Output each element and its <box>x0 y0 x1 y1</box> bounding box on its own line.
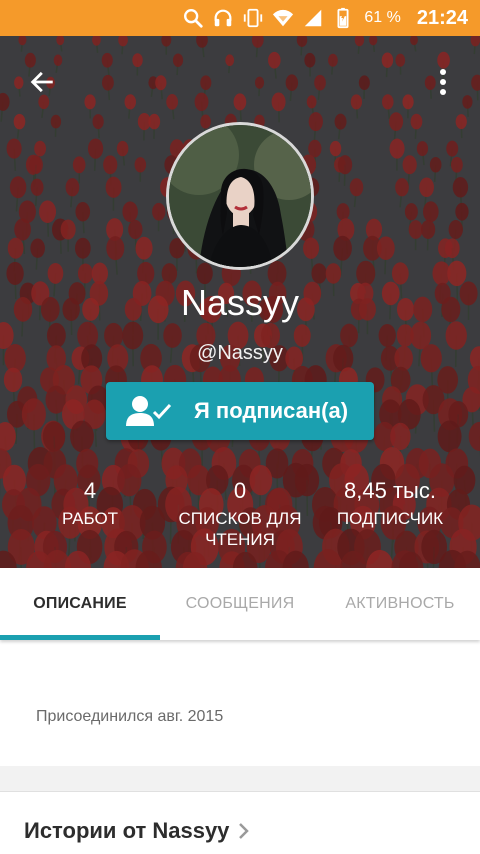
stories-title: Истории от Nassyy <box>24 818 230 843</box>
battery-percent: 61 % <box>364 9 401 26</box>
stat-works-label: РАБОТ <box>61 509 119 528</box>
back-button[interactable] <box>22 62 62 102</box>
wifi-icon <box>272 7 294 29</box>
profile-header: Nassyy @Nassyy Я подписан(а) 4 РАБОТ 0 С… <box>0 36 480 568</box>
back-arrow-icon <box>30 71 53 93</box>
stat-reading-lists-value: 0 <box>233 478 247 503</box>
section-divider <box>0 766 480 792</box>
headphones-icon <box>212 7 234 29</box>
tab-activity[interactable]: АКТИВНОСТЬ <box>320 568 480 640</box>
signal-icon <box>302 7 324 29</box>
stat-reading-lists-label: СПИСКОВ ДЛЯ ЧТЕНИЯ <box>178 509 302 549</box>
stat-followers-value: 8,45 тыс. <box>344 478 436 503</box>
stat-followers[interactable]: 8,45 тыс. ПОДПИСЧИК <box>322 478 458 529</box>
person-check-icon <box>124 393 172 429</box>
joined-date: Присоединился авг. 2015 <box>36 708 224 725</box>
vibrate-icon <box>242 7 264 29</box>
tab-messages[interactable]: СООБЩЕНИЯ <box>160 568 320 640</box>
display-name: Nassyy <box>180 282 300 323</box>
stories-section-header[interactable]: Истории от Nassyy <box>24 818 251 844</box>
clock: 21:24 <box>416 6 468 29</box>
avatar[interactable] <box>166 122 314 270</box>
stat-works-value: 4 <box>83 478 97 503</box>
chevron-right-icon <box>237 820 251 842</box>
battery-icon <box>332 7 354 29</box>
tab-description[interactable]: ОПИСАНИЕ <box>0 568 160 640</box>
status-bar: 61 % 21:24 <box>0 0 480 36</box>
stat-reading-lists[interactable]: 0 СПИСКОВ ДЛЯ ЧТЕНИЯ <box>168 478 312 550</box>
search-icon <box>182 7 204 29</box>
following-button[interactable]: Я подписан(а) <box>106 382 374 440</box>
stat-followers-label: ПОДПИСЧИК <box>336 509 444 528</box>
stat-works[interactable]: 4 РАБОТ <box>40 478 140 529</box>
more-options-button[interactable] <box>428 62 458 102</box>
avatar-photo <box>169 125 311 267</box>
more-vert-icon <box>440 69 446 95</box>
profile-tabs: ОПИСАНИЕ СООБЩЕНИЯ АКТИВНОСТЬ <box>0 568 480 640</box>
username: @Nassyy <box>197 342 283 364</box>
following-button-label: Я подписан(а) <box>194 398 349 423</box>
